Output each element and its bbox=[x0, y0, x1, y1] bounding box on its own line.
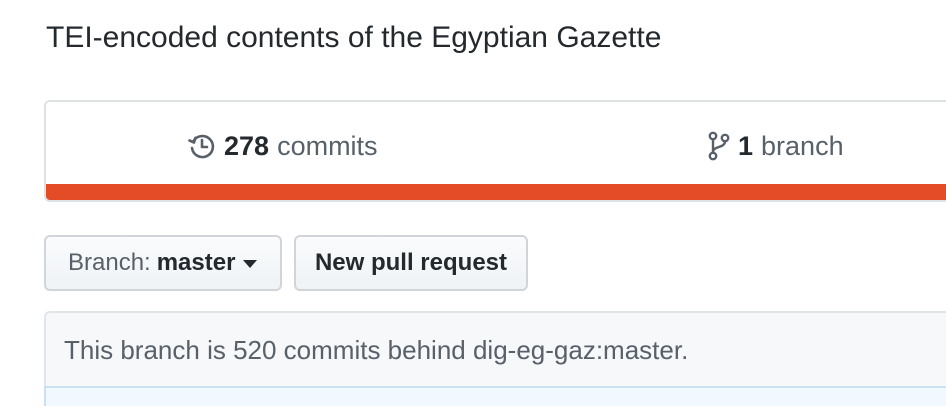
branch-status-bar: This branch is 520 commits behind dig-eg… bbox=[44, 311, 946, 387]
commits-count: 278 bbox=[224, 130, 270, 161]
branches-count: 1 bbox=[738, 130, 754, 161]
branch-name: master bbox=[156, 249, 236, 276]
branch-select-button[interactable]: Branch: master bbox=[44, 235, 282, 291]
branch-prefix-label: Branch: bbox=[68, 249, 151, 276]
history-icon bbox=[188, 132, 216, 160]
git-branch-icon bbox=[708, 131, 730, 161]
branches-label: branch bbox=[761, 130, 844, 161]
branches-link[interactable]: 1 branch bbox=[708, 126, 844, 166]
branch-status-text: This branch is 520 commits behind dig-eg… bbox=[64, 334, 689, 365]
commits-label: commits bbox=[277, 130, 378, 161]
repo-description: TEI-encoded contents of the Egyptian Gaz… bbox=[46, 21, 662, 54]
language-color-bar[interactable] bbox=[46, 184, 946, 200]
caret-down-icon bbox=[243, 260, 258, 268]
commits-link[interactable]: 278 commits bbox=[188, 126, 378, 166]
latest-commit-bar bbox=[44, 386, 946, 406]
new-pull-request-button[interactable]: New pull request bbox=[294, 235, 528, 291]
numbers-summary: 278 commits 1 branch bbox=[44, 100, 946, 202]
